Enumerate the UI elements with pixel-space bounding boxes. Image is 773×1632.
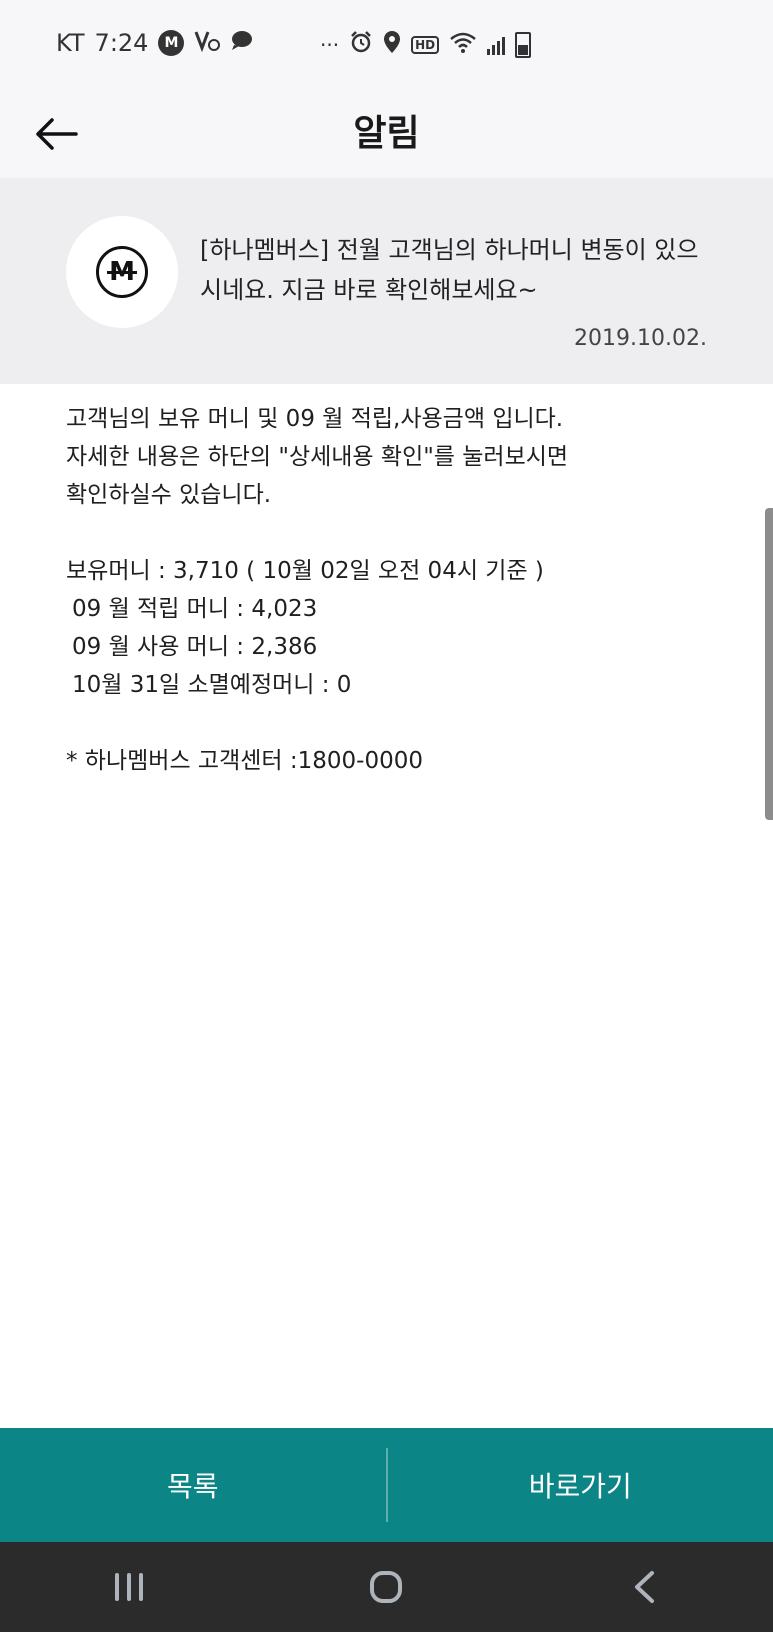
notice-header: M [하나멤버스] 전월 고객님의 하나머니 변동이 있으시네요. 지금 바로 … [0,178,773,384]
go-button[interactable]: 바로가기 [388,1428,773,1542]
hana-notification-icon: M [158,30,185,56]
notice-body: 고객님의 보유 머니 및 09 월 적립,사용금액 입니다. 자세한 내용은 하… [66,400,746,780]
chevron-left-icon [635,1571,655,1603]
signal-strength-icon [487,35,506,55]
notice-title: [하나멤버스] 전월 고객님의 하나머니 변동이 있으시네요. 지금 바로 확인… [200,236,699,304]
system-nav-bar [0,1542,773,1632]
wifi-icon [449,31,477,58]
status-bar: KT 7:24 M ··· HD [0,0,773,90]
status-icons: ··· HD [320,30,532,59]
location-icon [383,30,401,59]
battery-icon [515,31,532,58]
notice-date: 2019.10.02. [574,326,707,351]
volte-icon [194,28,221,58]
app-bar: 알림 [0,90,773,178]
chat-bubble-icon [230,29,254,57]
body-line-2: 자세한 내용은 하단의 "상세내용 확인"를 눌러보시면 [66,444,569,470]
hd-voice-icon: HD [411,35,440,54]
status-left: KT 7:24 M [56,28,254,58]
body-line-3: 확인하실수 있습니다. [66,482,272,508]
scrollbar[interactable] [765,508,773,820]
earned-line: 09 월 적립 머니 : 4,023 [72,596,318,622]
body-line-1: 고객님의 보유 머니 및 09 월 적립,사용금액 입니다. [66,406,564,432]
clock: 7:24 [94,29,149,57]
used-line: 09 월 사용 머니 : 2,386 [72,634,318,660]
home-button[interactable] [346,1557,426,1617]
contact-line: * 하나멤버스 고객센터 :1800-0000 [66,748,423,774]
expiring-line: 10월 31일 소멸예정머니 : 0 [72,672,352,698]
system-back-button[interactable] [604,1557,684,1617]
hana-members-logo: M [66,216,178,328]
alarm-icon [349,30,373,59]
recent-apps-icon [114,1573,143,1601]
bottom-action-bar: 목록 바로가기 [0,1428,773,1542]
hana-money-icon: M [96,246,148,298]
more-notifications-icon: ··· [320,32,340,57]
recent-apps-button[interactable] [89,1557,169,1617]
page-title: 알림 [353,113,420,154]
balance-line: 보유머니 : 3,710 ( 10월 02일 오전 04시 기준 ) [66,558,544,584]
home-icon [370,1571,403,1603]
carrier-label: KT [56,29,85,57]
list-button[interactable]: 목록 [0,1428,386,1542]
